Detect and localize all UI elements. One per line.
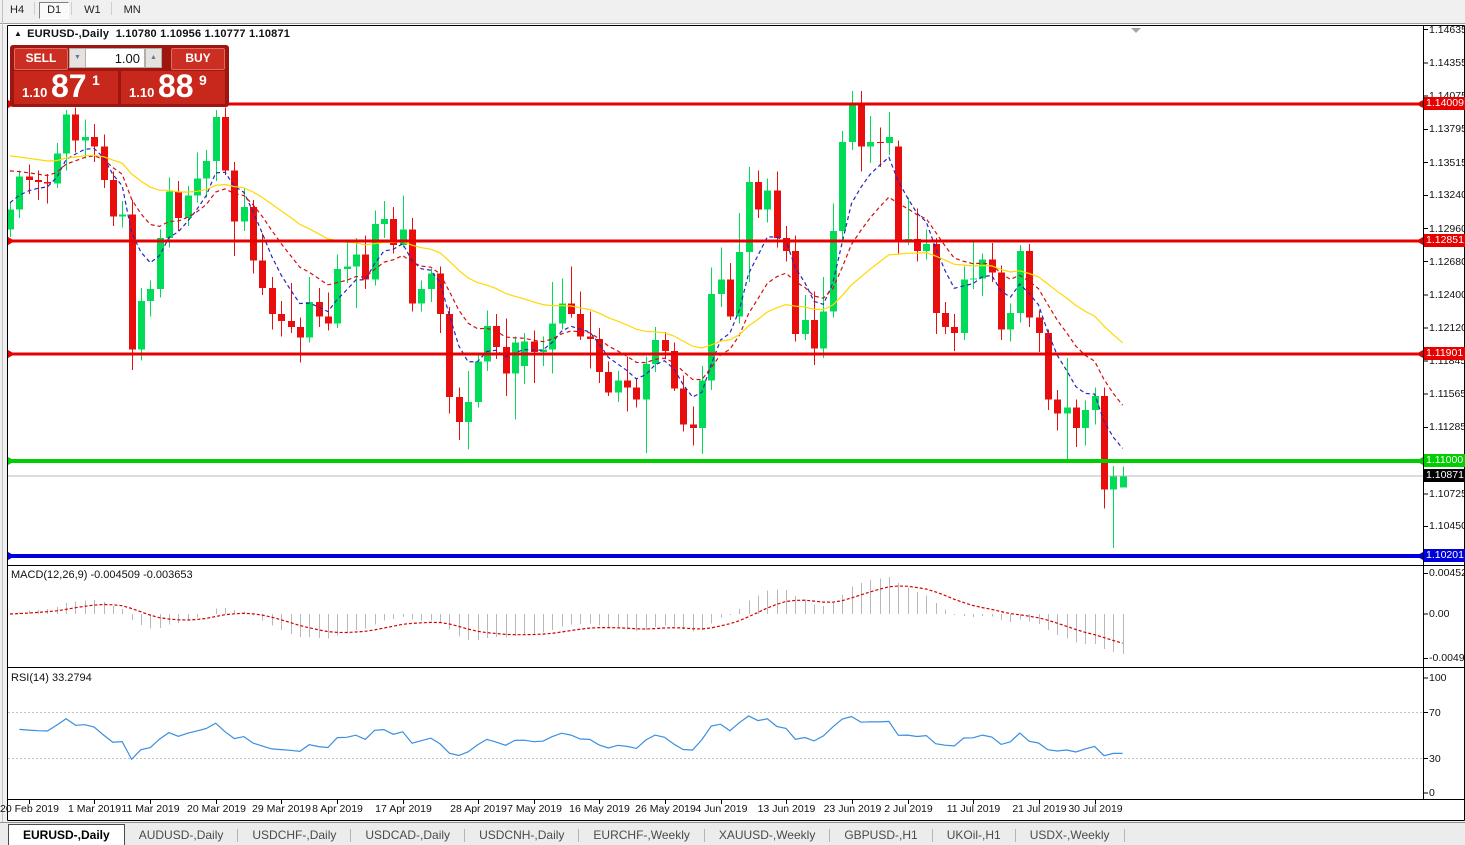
rsi-axis-tick: 70 (1429, 707, 1465, 719)
buy-price-display[interactable]: 1.10 88 9 (121, 71, 225, 104)
macd-axis-tick: -0.00494 (1429, 652, 1465, 664)
buy-price-prefix: 1.10 (129, 85, 154, 100)
one-click-trading-panel: SELL ▼ ▲ BUY 1.10 87 1 1.10 88 9 (10, 45, 229, 107)
price-axis-tick: 1.14355 (1429, 57, 1465, 69)
date-axis-label: 16 May 2019 (565, 803, 635, 815)
chart-tab-usdx-weekly[interactable]: USDX-,Weekly (1016, 826, 1124, 845)
tab-separator (1124, 829, 1125, 842)
price-level-label: 1.12851 (1424, 234, 1465, 247)
chart-tab-eurusd-daily[interactable]: EURUSD-,Daily (8, 824, 125, 845)
sell-price-display[interactable]: 1.10 87 1 (14, 71, 118, 104)
buy-price-pip: 9 (199, 72, 207, 88)
buy-button[interactable]: BUY (171, 48, 225, 70)
price-level-label: 1.14009 (1424, 97, 1465, 110)
date-axis-label: 8 Apr 2019 (303, 803, 373, 815)
chart-tab-gbpusd-h1[interactable]: GBPUSD-,H1 (830, 826, 931, 845)
volume-decrease-button[interactable]: ▼ (69, 48, 86, 68)
chart-tab-usdcnh-daily[interactable]: USDCNH-,Daily (465, 826, 578, 845)
price-axis-tick: 1.10725 (1429, 488, 1465, 500)
sell-price-pip: 1 (92, 72, 100, 88)
price-axis-tick: 1.14635 (1429, 24, 1465, 36)
price-level-label: 1.10201 (1424, 549, 1465, 562)
sell-button[interactable]: SELL (14, 48, 68, 70)
chart-tab-eurchf-weekly[interactable]: EURCHF-,Weekly (579, 826, 703, 845)
sell-price-prefix: 1.10 (22, 85, 47, 100)
date-axis-label: 20 Feb 2019 (0, 803, 65, 815)
macd-axis-tick: 0.00 (1429, 608, 1465, 620)
price-axis-tick: 1.13240 (1429, 189, 1465, 201)
volume-input[interactable] (85, 48, 145, 68)
chart-tab-usdchf-daily[interactable]: USDCHF-,Daily (238, 826, 350, 845)
price-axis-tick: 1.13515 (1429, 157, 1465, 169)
chart-tab-ukoil-h1[interactable]: UKOil-,H1 (933, 826, 1015, 845)
price-axis-tick: 1.12400 (1429, 289, 1465, 301)
price-level-label: 1.11901 (1424, 347, 1465, 360)
chart-tab-xauusd-weekly[interactable]: XAUUSD-,Weekly (705, 826, 829, 845)
price-axis-tick: 1.12960 (1429, 223, 1465, 235)
chart-symbol-period: EURUSD-,Daily (27, 28, 109, 40)
sell-price-big: 87 (51, 68, 87, 105)
chart-tab-usdcad-daily[interactable]: USDCAD-,Daily (351, 826, 464, 845)
date-axis-label: 20 Mar 2019 (182, 803, 252, 815)
rsi-axis-tick: 100 (1429, 672, 1465, 684)
volume-increase-button[interactable]: ▲ (145, 48, 162, 68)
macd-axis-tick: 0.004524 (1429, 567, 1465, 579)
chart-ohlc-values: 1.10780 1.10956 1.10777 1.10871 (116, 28, 290, 40)
price-axis-tick: 1.12680 (1429, 256, 1465, 268)
date-axis-label: 17 Apr 2019 (369, 803, 439, 815)
price-level-label: 1.11000 (1424, 454, 1465, 467)
price-axis-tick: 1.12120 (1429, 322, 1465, 334)
date-axis-label: 30 Jul 2019 (1061, 803, 1131, 815)
date-axis-label: 11 Mar 2019 (116, 803, 186, 815)
rsi-axis-tick: 0 (1429, 787, 1465, 799)
chart-title: ▲ EURUSD-,Daily 1.10780 1.10956 1.10777 1… (14, 28, 290, 40)
current-price-label: 1.10871 (1424, 469, 1465, 482)
date-axis-label: 4 Jun 2019 (687, 803, 757, 815)
chart-tab-bar: EURUSD-,DailyAUDUSD-,DailyUSDCHF-,DailyU… (0, 822, 1465, 845)
rsi-axis-tick: 30 (1429, 753, 1465, 765)
date-axis-label: 2 Jul 2019 (874, 803, 944, 815)
date-axis-label: 13 Jun 2019 (752, 803, 822, 815)
mt4-window: H4D1W1MN 1.146351.143551.140751.137951.1… (0, 0, 1465, 844)
date-axis-label: 11 Jul 2019 (939, 803, 1009, 815)
price-axis-tick: 1.13795 (1429, 123, 1465, 135)
chart-canvas[interactable] (0, 0, 1465, 844)
price-axis-tick: 1.11285 (1429, 421, 1465, 433)
macd-indicator-label: MACD(12,26,9) -0.004509 -0.003653 (11, 569, 193, 581)
buy-price-big: 88 (158, 68, 194, 105)
chart-tab-audusd-daily[interactable]: AUDUSD-,Daily (125, 826, 238, 845)
price-axis-tick: 1.10450 (1429, 520, 1465, 532)
collapse-arrow-icon[interactable]: ▲ (14, 29, 22, 38)
date-axis-label: 7 May 2019 (500, 803, 570, 815)
price-axis-tick: 1.11565 (1429, 388, 1465, 400)
rsi-indicator-label: RSI(14) 33.2794 (11, 672, 92, 684)
